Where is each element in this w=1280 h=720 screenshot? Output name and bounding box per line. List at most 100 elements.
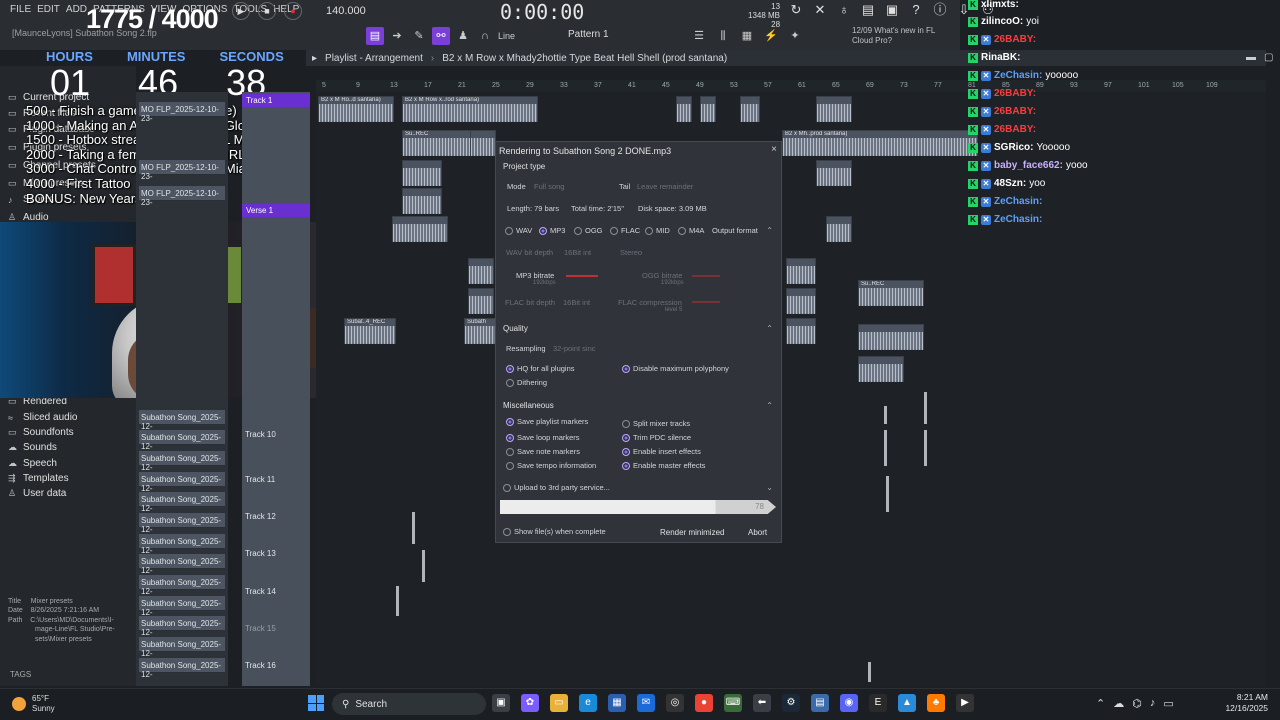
browser-item-soundfonts[interactable]: ▭ Soundfonts xyxy=(8,427,74,438)
chevron-up-icon[interactable]: ⌃ xyxy=(766,401,773,410)
store-icon[interactable]: ▦ xyxy=(608,694,626,712)
audio-blip[interactable] xyxy=(884,406,887,424)
chevron-up-icon[interactable]: ⌃ xyxy=(1096,697,1105,710)
terminal-icon[interactable]: ⌨ xyxy=(724,694,742,712)
save-playlist-markers-checkbox[interactable]: Save playlist markers xyxy=(506,417,588,427)
pencil-icon[interactable]: ✎ xyxy=(410,27,428,45)
taskbar-search[interactable]: ⚲ Search xyxy=(332,693,486,715)
dithering-checkbox[interactable]: Dithering xyxy=(506,378,547,388)
format-mp3[interactable]: MP3 xyxy=(539,226,565,236)
track-header-14[interactable]: Track 14 xyxy=(245,587,276,596)
audio-blip[interactable] xyxy=(886,476,889,512)
channel-item[interactable]: Subathon Song_2025-12- xyxy=(139,575,225,596)
audio-clip[interactable] xyxy=(676,96,692,122)
save-note-markers-checkbox[interactable]: Save note markers xyxy=(506,447,580,457)
weather-widget[interactable]: 65°F Sunny xyxy=(12,694,55,714)
windows-start-icon[interactable] xyxy=(308,695,324,711)
discord-icon[interactable]: ◉ xyxy=(840,694,858,712)
audio-clip[interactable]: Subat..4_REC xyxy=(344,318,396,344)
audio-clip[interactable]: B2 x Mh..prod santana) xyxy=(782,130,978,156)
audio-clip[interactable] xyxy=(858,324,924,350)
format-m4a[interactable]: M4A xyxy=(678,226,704,236)
audio-blip[interactable] xyxy=(412,512,415,544)
epic-games-icon[interactable]: E xyxy=(869,694,887,712)
trim-pdc-checkbox[interactable]: Trim PDC silence xyxy=(622,433,691,443)
playlist-menu-icon[interactable]: ▸ xyxy=(312,53,317,64)
audio-clip[interactable] xyxy=(392,216,448,242)
fl-studio-icon[interactable]: ♣ xyxy=(927,694,945,712)
pattern-mode-icon[interactable]: ▤ xyxy=(366,27,384,45)
refresh-icon[interactable]: ↻ xyxy=(788,2,804,18)
audio-clip[interactable]: B2 x M Ro..d santana) xyxy=(318,96,394,122)
enable-insert-checkbox[interactable]: Enable insert effects xyxy=(622,447,701,457)
cloud-sync-icon[interactable]: ☁ xyxy=(1113,697,1124,710)
minimize-icon[interactable]: ▬ xyxy=(1246,52,1256,63)
plugin-icon[interactable]: ⚡ xyxy=(762,27,780,45)
channel-item[interactable]: Subathon Song_2025-12- xyxy=(139,554,225,575)
mode-select[interactable]: Full song xyxy=(534,182,564,191)
channel-rack-icon[interactable]: ▦ xyxy=(738,27,756,45)
abort-button[interactable]: Abort xyxy=(748,528,767,537)
chevron-up-icon[interactable]: ⌃ xyxy=(766,226,773,235)
steam-icon[interactable]: ⚙ xyxy=(782,694,800,712)
play-button[interactable]: ▶ xyxy=(232,2,250,20)
track-header-12[interactable]: Track 12 xyxy=(245,512,276,521)
record-button[interactable]: ● xyxy=(284,2,302,20)
mixer-icon[interactable]: ⫼ xyxy=(714,27,732,45)
enable-master-checkbox[interactable]: Enable master effects xyxy=(622,461,705,471)
notepad-icon[interactable]: ▤ xyxy=(811,694,829,712)
news-panel[interactable]: 12/09 What's new in FL Cloud Pro? xyxy=(852,26,935,46)
format-flac[interactable]: FLAC xyxy=(610,226,640,236)
channel-item[interactable]: Subathon Song_2025-12- xyxy=(139,658,225,679)
audio-blip[interactable] xyxy=(924,392,927,424)
channel-item[interactable]: MO FLP_2025-12-10-23- xyxy=(139,102,225,123)
audio-clip[interactable] xyxy=(468,288,494,314)
magnet-icon[interactable]: ∩ xyxy=(476,27,494,45)
maximize-icon[interactable]: ▢ xyxy=(1264,52,1273,63)
mic-icon[interactable]: ♁ xyxy=(836,2,852,18)
show-files-checkbox[interactable]: Show file(s) when complete xyxy=(503,527,606,537)
chevron-down-icon[interactable]: ⌄ xyxy=(766,483,773,492)
audio-clip[interactable] xyxy=(858,356,904,382)
upload-checkbox[interactable]: Upload to 3rd party service... xyxy=(503,483,610,493)
channel-item[interactable]: MO FLP_2025-12-10-23- xyxy=(139,160,225,181)
save-icon[interactable]: ▣ xyxy=(884,2,900,18)
snap-label[interactable]: Line xyxy=(498,31,515,41)
track-header-11[interactable]: Track 11 xyxy=(245,475,275,484)
channel-item[interactable]: Subathon Song_2025-12- xyxy=(139,430,225,451)
taskbar-clock[interactable]: 8:21 AM 12/16/2025 xyxy=(1218,692,1268,714)
obs-icon[interactable]: ◎ xyxy=(666,694,684,712)
track-header-verse[interactable]: Verse 1 xyxy=(242,204,310,217)
track-header-10[interactable]: Track 10 xyxy=(245,430,276,439)
browser-item-sounds[interactable]: ☁ Sounds xyxy=(8,442,57,453)
mp3-bitrate-slider[interactable] xyxy=(566,275,598,277)
pattern-selector[interactable]: Pattern 1 xyxy=(550,29,640,45)
browser-item-templates[interactable]: ⇶ Templates xyxy=(8,473,69,484)
disable-polyphony-checkbox[interactable]: Disable maximum polyphony xyxy=(622,364,729,374)
audio-clip[interactable] xyxy=(816,96,852,122)
audio-clip[interactable]: B2 x M Row x..rod santana) xyxy=(402,96,538,122)
channel-item[interactable]: Subathon Song_2025-12- xyxy=(139,616,225,637)
track-header-1[interactable]: Track 1 xyxy=(242,94,310,107)
chrome-icon[interactable]: ● xyxy=(695,694,713,712)
audio-clip[interactable] xyxy=(786,258,816,284)
track-header-16[interactable]: Track 16 xyxy=(245,661,276,670)
piano-icon[interactable]: ▤ xyxy=(860,2,876,18)
audio-clip[interactable] xyxy=(740,96,760,122)
audio-clip[interactable]: Su..REC xyxy=(402,130,472,156)
flac-compression-slider[interactable] xyxy=(692,301,720,303)
format-mid[interactable]: MID xyxy=(645,226,670,236)
battery-icon[interactable]: ▭ xyxy=(1163,697,1173,710)
file-explorer-icon[interactable]: ▭ xyxy=(550,694,568,712)
chevron-up-icon[interactable]: ⌃ xyxy=(766,324,773,333)
audio-clip[interactable] xyxy=(786,318,816,344)
close-icon[interactable]: × xyxy=(771,144,777,155)
photos-icon[interactable]: ▲ xyxy=(898,694,916,712)
track-header-13[interactable]: Track 13 xyxy=(245,549,276,558)
audio-blip[interactable] xyxy=(924,430,927,466)
channel-item[interactable]: MO FLP_2025-12-10-23- xyxy=(139,186,225,207)
audio-clip[interactable] xyxy=(468,258,494,284)
audio-clip[interactable] xyxy=(816,160,852,186)
menu-edit[interactable]: EDIT xyxy=(37,4,60,15)
resampling-select[interactable]: 32-point sinc xyxy=(553,344,596,353)
